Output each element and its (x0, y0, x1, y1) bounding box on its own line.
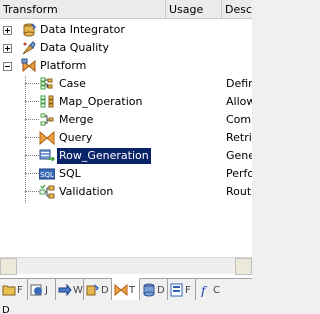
function-icon: f (200, 284, 208, 297)
description-column-header[interactable]: Desc (222, 0, 252, 19)
row-generation-icon (39, 149, 55, 162)
scroll-left-button[interactable] (0, 258, 17, 275)
tab-label: W (73, 284, 83, 296)
transform-description: Rout (226, 185, 252, 198)
tab-projects[interactable]: F (0, 279, 28, 301)
transform-label: Query (59, 131, 93, 144)
tab-transforms[interactable]: T (112, 278, 140, 301)
transform-item-map-operation[interactable]: Map_Operation Allow (0, 93, 252, 111)
format-icon (170, 283, 183, 297)
map-operation-icon (40, 95, 54, 108)
svg-text:SQL: SQL (40, 171, 54, 179)
data-integrator-icon (23, 23, 37, 37)
transform-column-header[interactable]: Transform (0, 0, 166, 19)
transform-description: Allow (226, 95, 252, 108)
bottom-cut-text: D (2, 305, 10, 314)
expand-icon[interactable] (3, 44, 12, 53)
tree-node-label: Data Quality (40, 41, 110, 54)
tab-datastores[interactable]: D (140, 279, 168, 301)
data-quality-icon (22, 41, 36, 55)
collapse-icon[interactable] (3, 62, 12, 71)
tab-formats[interactable]: F (168, 279, 196, 301)
tab-label: J (45, 284, 48, 296)
tab-label: F (185, 284, 191, 296)
horizontal-scrollbar[interactable] (0, 257, 252, 275)
bottom-status-area: D (0, 300, 252, 314)
case-icon (40, 77, 53, 90)
job-icon (30, 284, 42, 296)
tree-node-label: Platform (40, 59, 87, 72)
svg-text:f: f (200, 284, 208, 297)
tab-label: T (129, 284, 136, 296)
workflow-icon (58, 283, 72, 297)
transform-tree: Data Integrator Data Quality Platform Ca… (0, 19, 252, 257)
object-library-tabs: F J W D T D F f C (0, 278, 252, 301)
transform-description: Comb (226, 113, 252, 126)
tab-label: D (157, 284, 165, 296)
tab-workflows[interactable]: W (56, 279, 84, 301)
transform-item-sql[interactable]: SQL SQL Perfo (0, 165, 252, 183)
platform-icon (21, 58, 36, 73)
transform-item-validation[interactable]: Validation Rout (0, 183, 252, 201)
transform-item-merge[interactable]: Merge Comb (0, 111, 252, 129)
tab-label: F (17, 284, 23, 296)
transform-label: SQL (59, 167, 81, 180)
transform-item-row-generation[interactable]: Row_Generation Gene (0, 147, 252, 165)
tab-label: C (213, 284, 220, 296)
tab-dataflows[interactable]: D (84, 279, 112, 301)
tab-label: D (101, 284, 109, 296)
tab-custom-functions[interactable]: f C (196, 279, 224, 301)
transform-description: Perfo (226, 167, 252, 180)
merge-icon (40, 113, 54, 126)
dataflow-icon (86, 284, 100, 296)
transform-icon (114, 283, 128, 297)
tree-node-data-quality[interactable]: Data Quality (0, 39, 252, 57)
folder-icon (2, 285, 16, 296)
validation-icon (39, 184, 55, 199)
scroll-right-button[interactable] (235, 258, 252, 275)
tab-jobs[interactable]: J (28, 279, 56, 301)
transform-description: Retri (226, 131, 252, 144)
transform-label: Map_Operation (59, 95, 143, 108)
transform-description: Defir (226, 77, 252, 90)
transform-label: Validation (59, 185, 114, 198)
transform-label: Merge (59, 113, 94, 126)
local-object-library-panel: Transform Usage Desc Data Integrator Dat… (0, 0, 252, 314)
datastore-icon (143, 283, 155, 297)
usage-column-header[interactable]: Usage (166, 0, 222, 19)
transform-item-case[interactable]: Case Defir (0, 75, 252, 93)
sql-icon: SQL (39, 168, 55, 180)
tree-node-label: Data Integrator (40, 23, 125, 36)
tree-node-data-integrator[interactable]: Data Integrator (0, 21, 252, 39)
expand-icon[interactable] (3, 26, 12, 35)
column-header: Transform Usage Desc (0, 0, 252, 19)
transform-label: Row_Generation (57, 148, 151, 164)
transform-label: Case (59, 77, 86, 90)
query-icon (39, 130, 55, 146)
tree-node-platform[interactable]: Platform (0, 57, 252, 75)
transform-item-query[interactable]: Query Retri (0, 129, 252, 147)
transform-description: Gene (226, 149, 252, 162)
